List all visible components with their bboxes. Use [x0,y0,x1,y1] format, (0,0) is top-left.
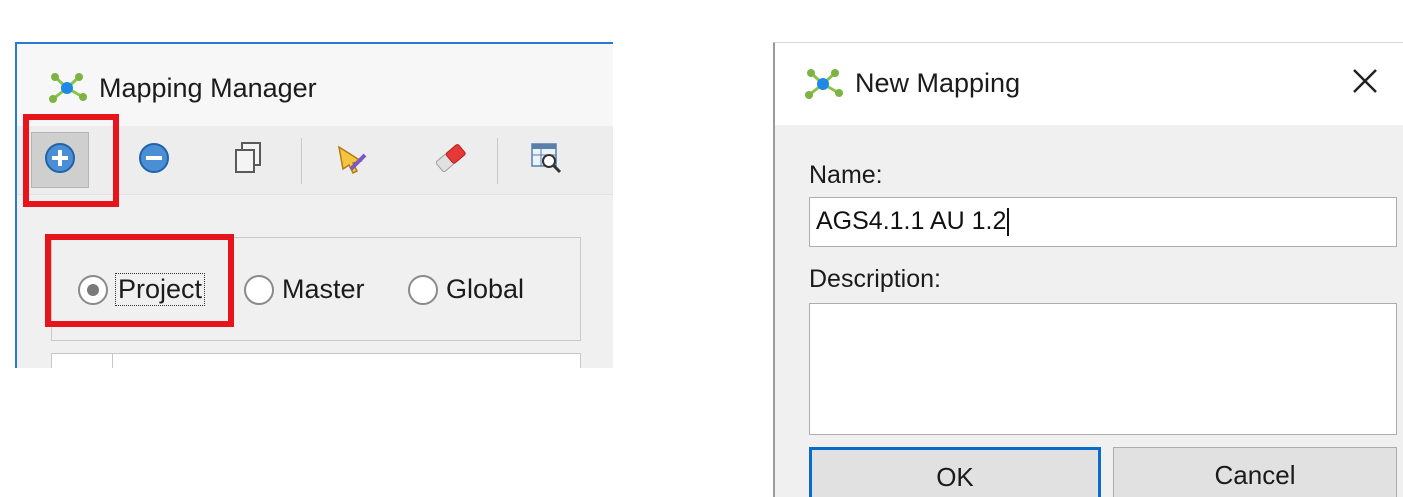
copy-icon [232,141,264,180]
view-mapping-button[interactable] [517,132,575,188]
minus-circle-icon [138,142,170,179]
new-mapping-dialog: New Mapping Name: AGS4.1.1 AU 1.2 Descri… [773,42,1403,497]
radio-circle[interactable] [244,274,274,305]
text-caret [1007,208,1010,237]
toolbar-separator [497,138,498,184]
search-table-icon [529,141,563,180]
toolbar-separator [301,138,302,184]
grid-column-divider [112,354,113,368]
clear-button[interactable] [421,132,479,188]
radio-global[interactable]: Global [408,274,524,305]
name-label: Name: [809,161,883,189]
eraser-icon [432,141,468,180]
copy-mapping-button[interactable] [219,132,277,188]
radio-master[interactable]: Master [244,274,365,305]
radio-circle[interactable] [408,274,438,305]
name-input[interactable]: AGS4.1.1 AU 1.2 [809,197,1397,247]
description-label: Description: [809,265,941,293]
highlight-add-button [23,114,119,207]
close-icon [1351,67,1379,100]
radio-label: Global [446,274,525,304]
app-network-icon [45,71,89,108]
edit-mapping-button[interactable] [323,132,381,188]
name-input-value: AGS4.1.1 AU 1.2 [816,207,1007,235]
app-network-icon [801,67,845,104]
ok-button-label: OK [936,462,974,492]
cancel-button[interactable]: Cancel [1113,447,1397,497]
dialog-titlebar: New Mapping [775,43,1403,125]
description-input[interactable] [809,303,1397,435]
remove-mapping-button[interactable] [125,132,183,188]
radio-label: Master [282,274,365,304]
highlight-project-radio [45,234,234,327]
dialog-title: New Mapping [855,68,1021,98]
close-button[interactable] [1343,61,1387,105]
mappings-grid-header [51,353,581,368]
cancel-button-label: Cancel [1214,460,1296,490]
ok-button[interactable]: OK [809,447,1101,497]
window-title: Mapping Manager [99,73,317,103]
pencil-icon [335,141,369,180]
